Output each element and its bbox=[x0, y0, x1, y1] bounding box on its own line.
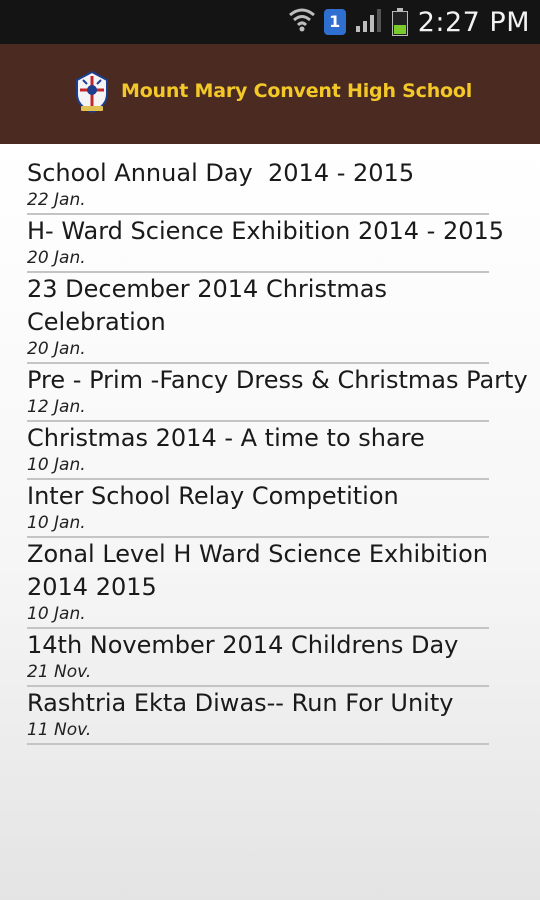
news-date: 12 Jan. bbox=[27, 397, 86, 417]
news-title: School Annual Day 2014 - 2015 bbox=[27, 159, 415, 187]
app-header: Mount Mary Convent High School bbox=[0, 44, 540, 144]
news-date: 10 Jan. bbox=[27, 513, 86, 533]
app-title: Mount Mary Convent High School bbox=[121, 80, 473, 102]
signal-icon bbox=[354, 6, 384, 38]
wifi-icon bbox=[288, 5, 316, 39]
news-title: Pre - Prim -Fancy Dress & Christmas Part… bbox=[27, 366, 528, 394]
list-item[interactable]: Pre - Prim -Fancy Dress & Christmas Part… bbox=[0, 364, 540, 418]
list-item[interactable]: Rashtria Ekta Diwas-- Run For Unity 11 N… bbox=[0, 687, 540, 741]
news-title: Christmas 2014 - A time to share bbox=[27, 424, 425, 452]
list-item[interactable]: Zonal Level H Ward Science Exhibition 20… bbox=[0, 538, 540, 625]
news-list: School Annual Day 2014 - 2015 22 Jan. H-… bbox=[0, 144, 540, 900]
list-item[interactable]: 23 December 2014 Christmas Celebration 2… bbox=[0, 273, 540, 360]
news-title: 23 December 2014 Christmas Celebration bbox=[27, 275, 395, 336]
news-title: 14th November 2014 Childrens Day bbox=[27, 631, 459, 659]
status-icons: 1 2:27 PM bbox=[280, 0, 530, 44]
news-date: 21 Nov. bbox=[27, 662, 92, 682]
news-date: 10 Jan. bbox=[27, 455, 86, 475]
news-title: Inter School Relay Competition bbox=[27, 482, 399, 510]
news-title: Zonal Level H Ward Science Exhibition 20… bbox=[27, 540, 496, 601]
battery-icon bbox=[391, 8, 408, 36]
news-date: 20 Jan. bbox=[27, 339, 86, 359]
school-crest-icon bbox=[73, 70, 111, 114]
status-time: 2:27 PM bbox=[417, 6, 530, 38]
divider bbox=[27, 743, 489, 745]
news-date: 22 Jan. bbox=[27, 190, 86, 210]
news-title: H- Ward Science Exhibition 2014 - 2015 bbox=[27, 217, 505, 245]
news-date: 10 Jan. bbox=[27, 604, 86, 624]
list-item[interactable]: Inter School Relay Competition 10 Jan. bbox=[0, 480, 540, 534]
list-item[interactable]: H- Ward Science Exhibition 2014 - 2015 2… bbox=[0, 215, 540, 269]
status-bar: 1 2:27 PM bbox=[0, 0, 540, 44]
news-date: 20 Jan. bbox=[27, 248, 86, 268]
news-title: Rashtria Ekta Diwas-- Run For Unity bbox=[27, 689, 454, 717]
list-item[interactable]: 14th November 2014 Childrens Day 21 Nov. bbox=[0, 629, 540, 683]
list-item[interactable]: School Annual Day 2014 - 2015 22 Jan. bbox=[0, 144, 540, 211]
notification-badge: 1 bbox=[323, 9, 346, 35]
list-item[interactable]: Christmas 2014 - A time to share 10 Jan. bbox=[0, 422, 540, 476]
news-date: 11 Nov. bbox=[27, 720, 92, 740]
